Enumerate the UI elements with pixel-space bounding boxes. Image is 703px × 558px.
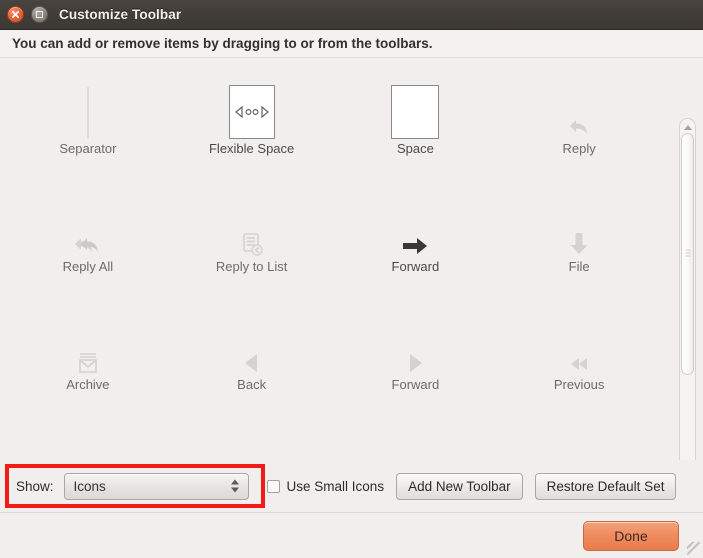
file-down-arrow-icon — [568, 199, 590, 257]
palette-item-flexible-space[interactable]: Flexible Space — [170, 60, 334, 178]
palette-item-file[interactable]: File — [497, 178, 661, 296]
reply-icon — [566, 81, 592, 139]
instruction-text: You can add or remove items by dragging … — [0, 30, 703, 57]
flexible-space-icon — [228, 81, 275, 139]
palette-item-back[interactable]: Back — [170, 296, 334, 414]
checkbox-box[interactable] — [266, 479, 280, 493]
use-small-icons-checkbox[interactable]: Use Small Icons — [266, 478, 385, 494]
palette-item-label: Reply — [562, 141, 596, 156]
separator-icon — [86, 81, 89, 139]
palette-item-previous[interactable]: Previous — [497, 296, 661, 414]
customize-toolbar-window: Customize Toolbar You can add or remove … — [0, 0, 703, 558]
palette-item-separator[interactable]: Separator — [6, 60, 170, 178]
print-icon — [239, 443, 265, 459]
maximize-icon[interactable] — [31, 6, 48, 23]
chart-icon — [76, 443, 100, 459]
resize-grip-icon[interactable] — [687, 542, 700, 555]
palette-scrollbar[interactable] — [679, 118, 696, 514]
palette-item-label: Forward — [391, 259, 440, 274]
space-icon — [391, 81, 440, 139]
palette-item-label: Reply to List — [215, 259, 288, 274]
reply-all-icon — [73, 199, 103, 257]
palette-item-label: Forward — [391, 377, 440, 392]
palette-item-label: File — [568, 259, 590, 274]
chevron-updown-icon — [230, 479, 239, 493]
palette-item-label: Separator — [59, 141, 117, 156]
palette-item-reply-all[interactable]: Reply All — [6, 178, 170, 296]
window-title: Customize Toolbar — [59, 7, 182, 22]
show-label: Show: — [16, 478, 54, 494]
forward-triangle-icon — [404, 317, 426, 375]
palette-item-label: Archive — [66, 377, 110, 392]
palette-item-label: Space — [396, 141, 434, 156]
palette-item-label: Flexible Space — [208, 141, 295, 156]
back-triangle-icon — [241, 317, 263, 375]
archive-icon — [76, 317, 100, 375]
options-bar: Show: Icons Use Small Icons Add New Tool… — [0, 460, 703, 512]
use-small-icons-label: Use Small Icons — [286, 478, 385, 494]
palette-item-archive[interactable]: Archive — [6, 296, 170, 414]
toolbar-item-palette: Separator Flexible Space Space Reply Rep… — [0, 57, 703, 514]
palette-item-chart[interactable] — [6, 414, 170, 459]
palette-item-print[interactable] — [170, 414, 334, 459]
minus-icon — [403, 443, 427, 459]
close-icon[interactable] — [7, 6, 24, 23]
palette-item-reply-to-list[interactable]: Reply to List — [170, 178, 334, 296]
show-mode-dropdown[interactable]: Icons — [63, 472, 249, 500]
previous-double-icon — [566, 317, 592, 375]
palette-viewport: Separator Flexible Space Space Reply Rep… — [6, 60, 661, 459]
palette-item-junk[interactable] — [497, 414, 661, 459]
restore-default-set-button[interactable]: Restore Default Set — [534, 472, 677, 500]
scrollbar-thumb[interactable] — [681, 133, 694, 375]
palette-item-forward[interactable]: Forward — [334, 178, 498, 296]
done-button[interactable]: Done — [583, 521, 679, 551]
palette-item-label: Back — [237, 377, 267, 392]
palette-item-reply[interactable]: Reply — [497, 60, 661, 178]
junk-icon — [567, 443, 591, 459]
palette-item-label: Reply All — [62, 259, 114, 274]
show-mode-value: Icons — [73, 478, 106, 494]
palette-item-space[interactable]: Space — [334, 60, 498, 178]
forward-arrow-icon — [401, 199, 429, 257]
palette-item-forward-nav[interactable]: Forward — [334, 296, 498, 414]
palette-item-minus[interactable] — [334, 414, 498, 459]
palette-item-label: Previous — [553, 377, 605, 392]
reply-to-list-icon — [239, 199, 265, 257]
palette-grid: Separator Flexible Space Space Reply Rep… — [6, 60, 661, 459]
title-bar: Customize Toolbar — [0, 0, 703, 30]
add-new-toolbar-button[interactable]: Add New Toolbar — [396, 472, 523, 500]
dialog-footer: Done — [0, 512, 703, 558]
